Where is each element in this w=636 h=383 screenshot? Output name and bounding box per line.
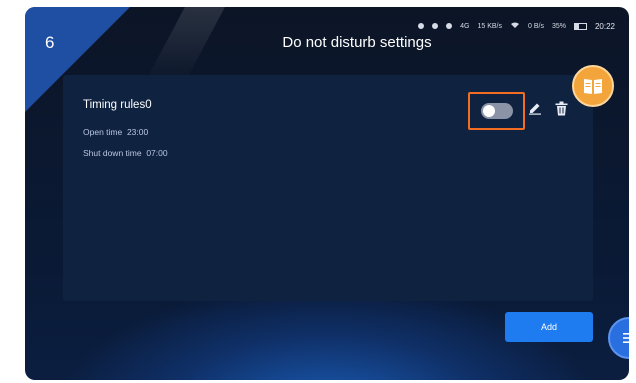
menu-icon (623, 333, 629, 343)
timing-rule-card[interactable]: Timing rules0 Open time 23:00 Shut down … (63, 75, 593, 301)
battery-icon (573, 22, 587, 30)
rule-title: Timing rules0 (83, 99, 152, 111)
app-screen: 6 Do not disturb settings 4G 15 KB/s 0 B… (25, 7, 629, 380)
open-time-value: 23:00 (126, 127, 149, 137)
page-title: Do not disturb settings (282, 34, 432, 51)
shut-time-label: Shut down time (83, 148, 142, 158)
status-bar: 4G 15 KB/s 0 B/s 35% 20:22 (418, 21, 615, 31)
wifi-speed: 0 B/s (528, 22, 544, 30)
trash-icon[interactable] (555, 101, 568, 116)
shut-time-value: 07:00 (146, 148, 168, 158)
add-button[interactable]: Add (505, 312, 593, 342)
shut-time-row: Shut down time 07:00 (83, 148, 168, 158)
open-time-row: Open time 23:00 (83, 127, 148, 137)
toggle-knob (483, 105, 495, 117)
bell-icon (446, 23, 453, 29)
book-icon (584, 79, 602, 94)
rule-enable-toggle[interactable] (481, 103, 513, 119)
clock: 20:22 (594, 21, 615, 31)
edit-icon[interactable] (528, 101, 542, 115)
battery-percent: 35% (551, 22, 566, 30)
signal-indicator: 4G (460, 22, 470, 30)
book-fab[interactable] (572, 65, 614, 107)
open-time-label: Open time (83, 127, 123, 137)
menu-fab[interactable] (608, 317, 629, 359)
net-speed: 15 KB/s (477, 22, 502, 30)
wifi-icon (510, 21, 520, 31)
notification-icon (418, 23, 425, 29)
alarm-icon (432, 23, 439, 29)
